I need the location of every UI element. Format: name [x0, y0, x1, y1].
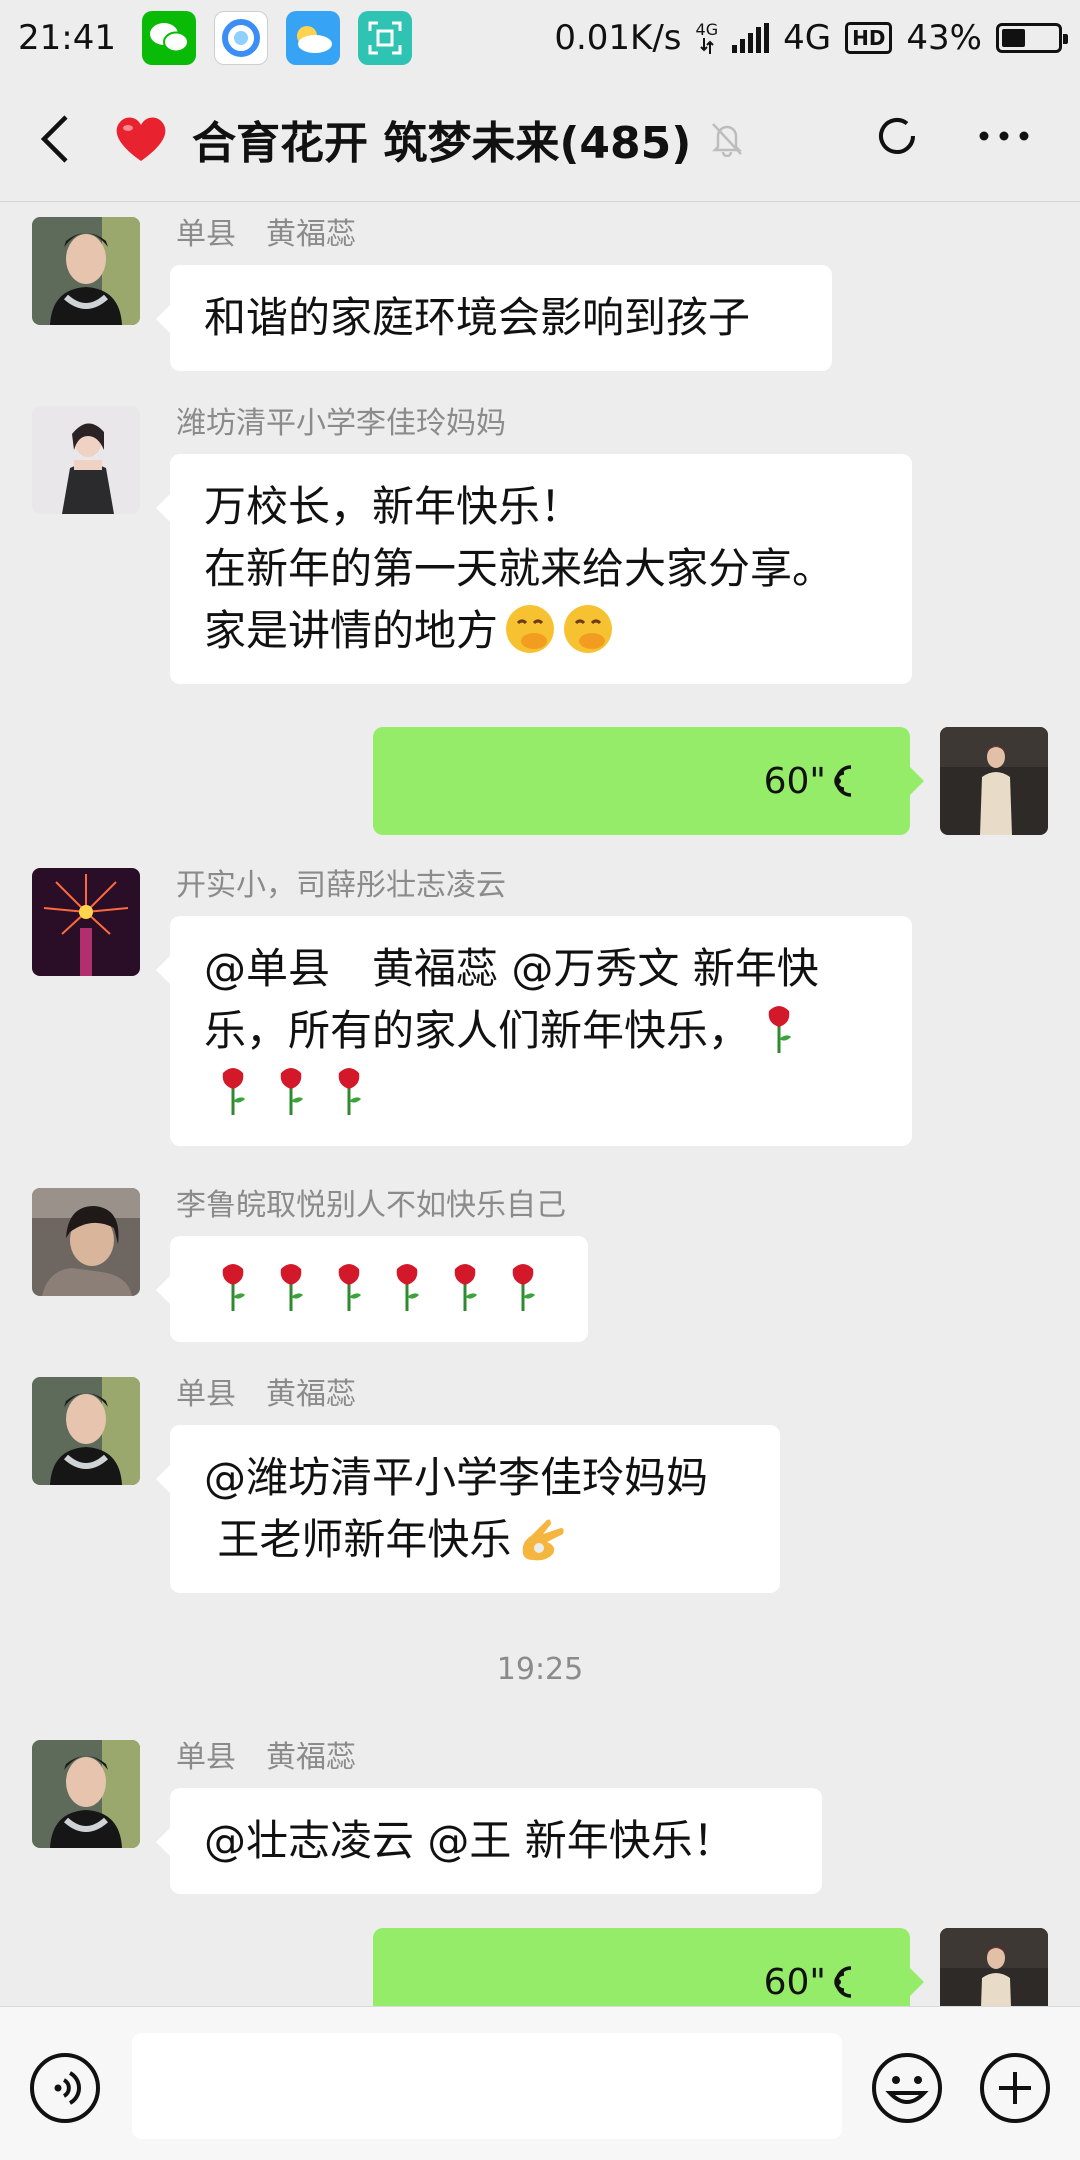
emoji-button[interactable] [870, 2051, 944, 2125]
message-text: @壮志凌云 @王 新年快乐！ [204, 1816, 735, 1865]
message-input[interactable] [132, 2033, 842, 2139]
rose-emoji-icon [396, 1264, 419, 1311]
message-line: @单县 黄福蕊 @万秀文 新年快 [204, 944, 819, 993]
hd-badge: HD [845, 22, 893, 54]
self-avatar[interactable] [940, 727, 1048, 835]
avatar[interactable] [32, 868, 140, 976]
status-time: 21:41 [18, 18, 116, 58]
smiley-icon [872, 2053, 942, 2123]
more-functions-button[interactable] [978, 2051, 1052, 2125]
wechat-notification-icon [141, 11, 196, 65]
rose-emoji-icon [454, 1264, 477, 1311]
network-small-label: 4G [695, 20, 719, 39]
chevron-left-icon [40, 114, 68, 163]
message-bubble[interactable] [156, 1236, 588, 1342]
ok-hand-emoji-icon [523, 1519, 565, 1561]
avatar[interactable] [32, 217, 140, 325]
message-line: 王老师新年快乐 [204, 1515, 512, 1564]
signal-strength-icon [732, 23, 770, 53]
voice-wave-icon [830, 763, 858, 799]
voice-wave-icon [830, 1964, 858, 2000]
battery-percent: 43% [906, 18, 982, 58]
refresh-button[interactable] [865, 104, 929, 168]
network-speed: 0.01K/s [554, 18, 682, 58]
status-bar: 21:41 0.01K/s 4G 4G HD 43% [0, 0, 1080, 76]
rose-emoji-icon [338, 1264, 361, 1311]
rose-emoji-icon [512, 1264, 535, 1311]
message-bubble[interactable]: @潍坊清平小学李佳玲妈妈 王老师新年快乐 [156, 1425, 780, 1593]
scan-notification-icon [357, 11, 412, 65]
message-bubble[interactable]: @壮志凌云 @王 新年快乐！ [156, 1788, 822, 1894]
input-bar [0, 2006, 1080, 2160]
plus-icon [980, 2053, 1050, 2123]
avatar[interactable] [32, 1377, 140, 1485]
mute-bell-icon [707, 119, 747, 159]
rose-emoji-icon [222, 1068, 245, 1115]
voice-input-toggle-button[interactable] [28, 2051, 102, 2125]
sender-name: 潍坊清平小学李佳玲妈妈 [176, 406, 506, 441]
hand-over-mouth-emoji-icon [506, 605, 555, 653]
voice-duration: 60" [763, 760, 826, 802]
chat-title: 合育花开 筑梦未来(485) [192, 117, 692, 169]
avatar[interactable] [32, 406, 140, 514]
data-activity-indicator: 4G [695, 20, 719, 54]
avatar[interactable] [32, 1740, 140, 1848]
sender-name: 单县 黄福蕊 [176, 1377, 356, 1412]
sender-name: 单县 黄福蕊 [176, 1740, 356, 1775]
rose-emoji-icon [222, 1264, 245, 1311]
rose-emoji-icon [280, 1264, 303, 1311]
more-options-button[interactable] [972, 104, 1036, 168]
network-type: 4G [783, 18, 832, 58]
sender-name: 开实小，司薛彤壮志凌云 [176, 868, 506, 903]
message-bubble[interactable]: @单县 黄福蕊 @万秀文 新年快 乐，所有的家人们新年快乐， [156, 916, 912, 1146]
qq-browser-notification-icon [213, 11, 268, 65]
rose-row [204, 1062, 878, 1124]
rose-row [204, 1258, 554, 1320]
message-bubble[interactable]: 万校长，新年快乐！ 在新年的第一天就来给大家分享。 家是讲情的地方 [156, 454, 912, 684]
avatar[interactable] [32, 1188, 140, 1296]
voice-message-bubble[interactable]: 60" [373, 727, 924, 835]
message-line: @潍坊清平小学李佳玲妈妈 [204, 1453, 709, 1502]
rose-emoji-icon [768, 1006, 792, 1053]
rose-emoji-icon [338, 1068, 361, 1115]
status-right: 0.01K/s 4G 4G HD 43% [554, 18, 1068, 58]
message-line: 乐，所有的家人们新年快乐， [204, 1006, 751, 1055]
sender-name: 单县 黄福蕊 [176, 217, 356, 252]
refresh-circle-icon [879, 118, 915, 154]
message-line: 万校长，新年快乐！ [204, 482, 583, 531]
message-line-with-emoji: 王老师新年快乐 [204, 1509, 746, 1571]
hand-over-mouth-emoji-icon [564, 605, 613, 653]
message-line: 在新年的第一天就来给大家分享。 [204, 544, 835, 593]
message-bubble[interactable]: 和谐的家庭环境会影响到孩子 [156, 265, 832, 371]
heart-icon [112, 110, 170, 168]
back-button[interactable] [26, 99, 82, 179]
message-line: 家是讲情的地方 [204, 606, 499, 655]
rose-emoji-icon [280, 1068, 303, 1115]
chat-screen: 21:41 0.01K/s 4G 4G HD 43% 合育花开 筑梦未来(485… [0, 0, 1080, 2160]
voice-input-icon [30, 2053, 100, 2123]
more-dots-icon [979, 131, 1029, 141]
message-text: 和谐的家庭环境会影响到孩子 [204, 293, 751, 342]
data-arrows-icon [700, 38, 714, 54]
voice-duration: 60" [763, 1961, 826, 2003]
message-line-with-emoji: 家是讲情的地方 [204, 600, 878, 662]
chat-header: 合育花开 筑梦未来(485) [0, 76, 1080, 202]
message-timestamp: 19:25 [496, 1652, 584, 1687]
message-line-with-emoji: 乐，所有的家人们新年快乐， [204, 1000, 878, 1062]
battery-level [1002, 29, 1026, 47]
weather-notification-icon [285, 11, 340, 65]
battery-icon [996, 23, 1068, 53]
sender-name: 李鲁皖取悦别人不如快乐自己 [176, 1188, 566, 1223]
